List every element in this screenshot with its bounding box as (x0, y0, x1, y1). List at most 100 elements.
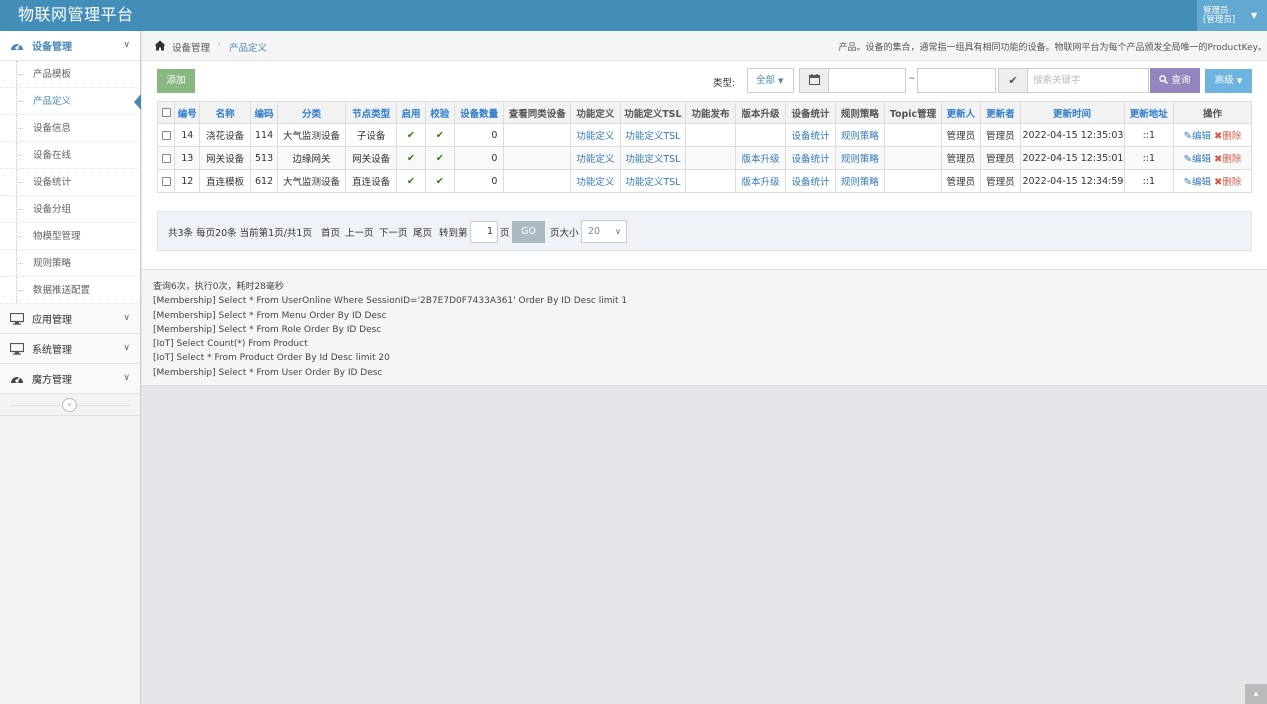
start-date-input[interactable] (828, 68, 906, 93)
first-page-link[interactable]: 首页 (321, 225, 340, 239)
page-unit-label: 页 (500, 228, 510, 239)
delete-link[interactable]: 删除 (1222, 154, 1241, 165)
log-line: [Membership] Select * From Role Order By… (153, 324, 382, 335)
sidebar-item-device-info[interactable]: 设备信息 (0, 115, 140, 142)
calendar-icon[interactable] (799, 68, 829, 93)
sidebar-group-magic-cube[interactable]: 魔方管理 ∨ (0, 364, 140, 394)
desktop-icon (10, 342, 24, 355)
sidebar-group-label: 应用管理 (32, 315, 72, 326)
function-tsl-link[interactable]: 功能定义TSL (625, 131, 680, 142)
app-title[interactable]: 物联网管理平台 (18, 4, 134, 26)
product-table: 编号 名称 编码 分类 节点类型 启用 校验 设备数量 查看同类设备 功能定义 … (156, 101, 1252, 193)
col-code[interactable]: 编码 (249, 101, 279, 124)
collapse-sidebar-icon[interactable]: « (62, 398, 77, 412)
rule-policy-link[interactable]: 规则策略 (841, 177, 879, 188)
sidebar-item-device-online[interactable]: 设备在线 (0, 142, 140, 169)
sidebar-group-app-management[interactable]: 应用管理 ∨ (0, 304, 140, 334)
go-button[interactable]: GO (512, 221, 545, 243)
row-checkbox[interactable] (156, 146, 176, 170)
date-range-separator: ~ (908, 74, 916, 84)
breadcrumb-device-management[interactable]: 设备管理 (172, 40, 210, 54)
delete-link[interactable]: 删除 (1222, 177, 1241, 188)
device-stats-link[interactable]: 设备统计 (791, 131, 829, 142)
cell-updated-by: 管理员 (980, 123, 1021, 147)
device-stats-link[interactable]: 设备统计 (791, 154, 829, 165)
scroll-to-top-icon[interactable]: ▴ (1245, 684, 1267, 704)
sidebar-item-product-definition[interactable]: 产品定义 (0, 88, 141, 115)
page-size-value: 20 (588, 226, 601, 237)
edit-icon[interactable]: ✎ (1184, 177, 1192, 188)
col-updater[interactable]: 更新人 (940, 101, 982, 124)
function-def-link[interactable]: 功能定义 (576, 154, 614, 165)
sidebar-item-thing-model[interactable]: 物模型管理 (0, 223, 140, 250)
col-same-devices: 查看同类设备 (503, 101, 572, 124)
page-size-select[interactable]: 20 ∨ (581, 220, 627, 243)
col-category[interactable]: 分类 (277, 101, 346, 124)
log-line: [IoT] Select Count(*) From Product (153, 339, 308, 350)
edit-icon[interactable]: ✎ (1184, 131, 1192, 142)
verified-check-icon: ✔ (424, 169, 455, 193)
col-device-count[interactable]: 设备数量 (453, 101, 505, 124)
function-tsl-link[interactable]: 功能定义TSL (625, 177, 680, 188)
cell-function-publish (685, 123, 736, 147)
page-number-input[interactable]: 1 (470, 221, 498, 243)
sidebar-item-device-group[interactable]: 设备分组 (0, 196, 140, 223)
cell-name: 浇花设备 (199, 123, 251, 147)
sidebar-item-device-stats[interactable]: 设备统计 (0, 169, 140, 196)
sidebar-item-label: 产品定义 (33, 96, 72, 107)
advanced-button[interactable]: 高级 ▼ (1205, 69, 1252, 93)
query-button[interactable]: 查询 (1150, 68, 1200, 93)
log-line: [Membership] Select * From UserOnline Wh… (153, 296, 628, 307)
col-update-ip[interactable]: 更新地址 (1123, 101, 1175, 124)
sidebar-item-data-push[interactable]: 数据推送配置 (0, 277, 140, 304)
sidebar-group-system-management[interactable]: 系统管理 ∨ (0, 334, 140, 364)
cell-id: 14 (174, 123, 201, 147)
function-def-link[interactable]: 功能定义 (576, 177, 614, 188)
col-function-def: 功能定义 (570, 101, 621, 124)
search-icon (1159, 75, 1169, 84)
col-id[interactable]: 编号 (174, 101, 201, 124)
delete-link[interactable]: 删除 (1222, 131, 1241, 142)
col-enabled[interactable]: 启用 (396, 101, 426, 124)
user-menu[interactable]: 管理员 [管理员] ▼ (1197, 0, 1267, 31)
type-filter-select[interactable]: 全部 ▼ (747, 68, 794, 93)
sidebar-item-rule-policy[interactable]: 规则策略 (0, 250, 140, 277)
prev-page-link[interactable]: 上一页 (345, 225, 374, 239)
last-page-link[interactable]: 尾页 (413, 225, 432, 239)
col-update-time[interactable]: 更新时间 (1019, 101, 1125, 124)
rule-policy-link[interactable]: 规则策略 (841, 154, 879, 165)
sidebar-group-device-management[interactable]: 设备管理 ∨ (0, 31, 140, 61)
col-updated-by[interactable]: 更新者 (980, 101, 1021, 124)
select-all-checkbox[interactable] (156, 101, 176, 124)
col-actions: 操作 (1173, 101, 1252, 124)
col-name[interactable]: 名称 (199, 101, 251, 124)
col-verified[interactable]: 校验 (424, 101, 455, 124)
next-page-link[interactable]: 下一页 (379, 225, 408, 239)
edit-icon[interactable]: ✎ (1184, 154, 1192, 165)
sidebar: 设备管理 ∨ 产品模板 产品定义 设备信息 设备在线 设备统计 设备分组 物模型… (0, 31, 141, 704)
device-stats-link[interactable]: 设备统计 (791, 177, 829, 188)
add-button[interactable]: 添加 (157, 69, 195, 93)
check-icon[interactable]: ✔ (998, 68, 1028, 93)
cell-topic (884, 146, 942, 170)
edit-link[interactable]: 编辑 (1192, 131, 1211, 142)
cell-id: 12 (174, 169, 201, 193)
version-upgrade-link[interactable]: 版本升级 (741, 177, 779, 188)
sidebar-item-product-template[interactable]: 产品模板 (0, 61, 140, 88)
tachometer-icon (10, 373, 24, 385)
version-upgrade-link[interactable]: 版本升级 (741, 154, 779, 165)
enabled-check-icon: ✔ (396, 169, 426, 193)
edit-link[interactable]: 编辑 (1192, 154, 1211, 165)
row-checkbox[interactable] (156, 123, 176, 147)
edit-link[interactable]: 编辑 (1192, 177, 1211, 188)
rule-policy-link[interactable]: 规则策略 (841, 131, 879, 142)
function-def-link[interactable]: 功能定义 (576, 131, 614, 142)
search-input[interactable]: 搜索关键字 (1027, 68, 1149, 93)
row-checkbox[interactable] (156, 169, 176, 193)
chevron-down-icon: ∨ (123, 343, 130, 353)
cell-category: 大气监测设备 (277, 169, 346, 193)
end-date-input[interactable] (917, 68, 996, 93)
col-node-type[interactable]: 节点类型 (344, 101, 398, 124)
function-tsl-link[interactable]: 功能定义TSL (625, 154, 680, 165)
home-icon[interactable] (154, 40, 166, 54)
